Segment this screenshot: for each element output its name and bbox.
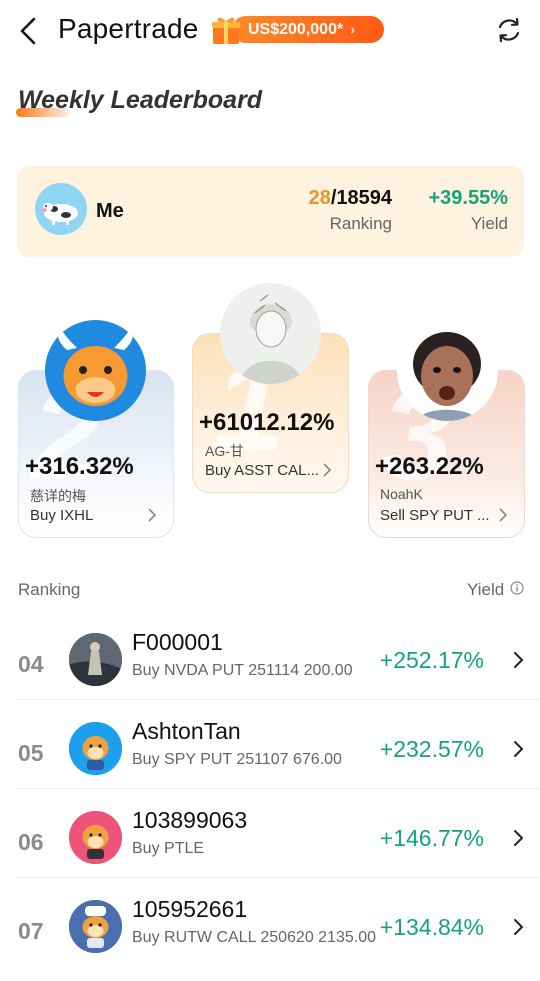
yield-column-header: Yield [467, 580, 505, 599]
yield-value: +232.57% [379, 736, 484, 762]
bull-avatar-icon [58, 331, 133, 406]
my-rank-number: 28 [308, 187, 331, 209]
podium-trade: Buy IXHL [30, 507, 94, 524]
info-icon[interactable] [510, 581, 524, 595]
my-yield: +39.55% [428, 187, 508, 209]
warrior-avatar-icon [69, 633, 122, 686]
chevron-right-icon [148, 508, 157, 522]
fox-avatar-icon [69, 811, 122, 864]
leaderboard-title: Weekly Leaderboard [18, 86, 263, 114]
avatar [69, 722, 122, 775]
podium-yield: +316.32% [25, 453, 134, 480]
avatar [220, 283, 321, 384]
my-name: Me [96, 200, 124, 222]
yield-value: +134.84% [379, 914, 484, 940]
page-title: Papertrade [58, 13, 199, 44]
my-rank: 28/18594 [300, 187, 392, 210]
rank-number: 06 [18, 829, 44, 855]
back-button[interactable] [14, 14, 44, 48]
list-item[interactable]: 05 AshtonTan Buy SPY PUT 251107 676.00 +… [0, 714, 540, 803]
avatar [35, 183, 87, 235]
chevron-right-icon [514, 741, 524, 757]
podium-username: NoahK [380, 486, 423, 502]
podium-username: 慈详的梅 [30, 488, 86, 504]
trade-description: Buy SPY PUT 251107 676.00 [132, 751, 342, 768]
cow-avatar-icon [41, 203, 78, 225]
trade-description: Buy NVDA PUT 251114 200.00 [132, 662, 353, 679]
gift-icon [212, 17, 240, 44]
my-rank-card [17, 166, 524, 257]
podium-trade: Buy ASST CAL... [205, 462, 319, 479]
avatar [45, 320, 146, 421]
refresh-button[interactable] [494, 15, 524, 45]
podium-username: AG-甘 [205, 443, 244, 459]
username: AshtonTan [132, 718, 241, 744]
yield-label: Yield [470, 214, 508, 233]
podium-yield: +61012.12% [199, 409, 335, 436]
trade-description: Buy PTLE [132, 840, 205, 857]
divider [18, 877, 540, 878]
list-item[interactable]: 07 105952661 Buy RUTW CALL 250620 2135.0… [0, 892, 540, 981]
chevron-right-icon: › [350, 22, 355, 37]
child-photo-avatar-icon [397, 320, 498, 421]
chevron-right-icon [514, 919, 524, 935]
rank-number: 05 [18, 740, 44, 766]
chevron-left-icon [20, 17, 36, 45]
avatar [69, 900, 122, 953]
promo-banner[interactable]: US$200,000* › [210, 14, 386, 44]
sketch-portrait-avatar-icon [220, 283, 321, 384]
divider [18, 788, 540, 789]
list-item[interactable]: 04 F000001 Buy NVDA PUT 251114 200.00 +2… [0, 625, 540, 714]
list-item[interactable]: 06 103899063 Buy PTLE +146.77% [0, 803, 540, 892]
podium-trade: Sell SPY PUT ... [380, 507, 490, 524]
chevron-right-icon [499, 508, 508, 522]
yield-value: +252.17% [379, 647, 484, 673]
username: 105952661 [132, 896, 248, 922]
trade-description: Buy RUTW CALL 250620 2135.00 [132, 929, 376, 946]
avatar [69, 633, 122, 686]
avatar [397, 320, 498, 421]
refresh-icon [498, 17, 520, 43]
ranking-column-header: Ranking [18, 580, 81, 599]
username: 103899063 [132, 807, 248, 833]
chevron-right-icon [514, 652, 524, 668]
promo-label: US$200,000* [248, 21, 344, 38]
divider [18, 699, 540, 700]
username: F000001 [132, 629, 223, 655]
rank-number: 04 [18, 651, 44, 677]
fox-avatar-icon [69, 722, 122, 775]
chevron-right-icon [514, 830, 524, 846]
avatar [69, 811, 122, 864]
yield-value: +146.77% [379, 825, 484, 851]
fox-chef-avatar-icon [69, 900, 122, 953]
total-participants: /18594 [330, 187, 392, 209]
rank-number: 07 [18, 918, 44, 944]
ranking-label: Ranking [329, 214, 392, 233]
chevron-right-icon [323, 463, 332, 477]
promo-pill: US$200,000* › [232, 16, 384, 43]
podium-yield: +263.22% [375, 453, 484, 480]
